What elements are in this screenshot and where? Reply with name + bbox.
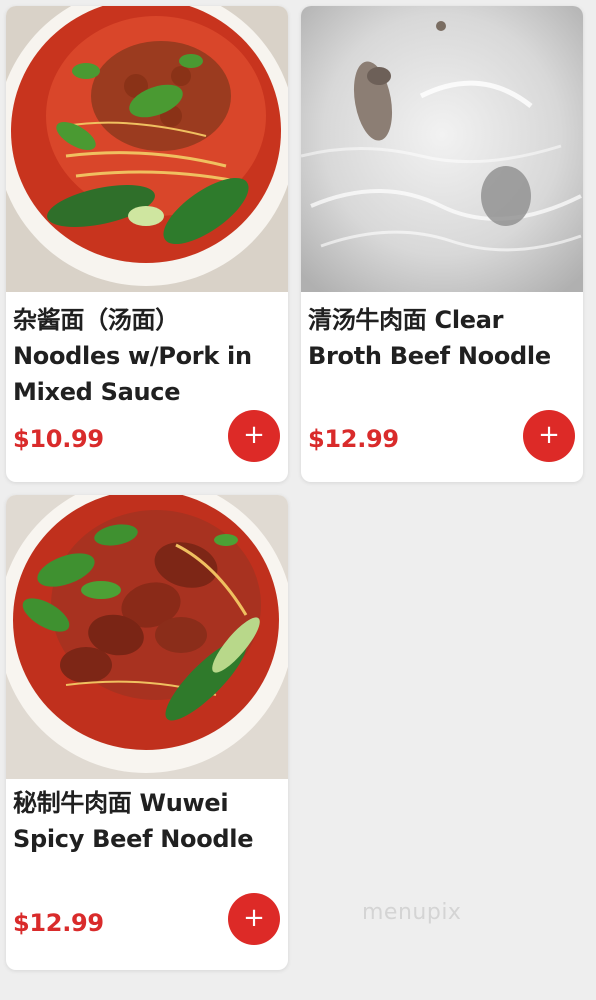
dish-price: $12.99 (308, 425, 399, 453)
dish-photo (301, 6, 583, 292)
dish-price: $10.99 (13, 425, 104, 453)
dish-name: 秘制牛肉面 Wuwei Spicy Beef Noodle (13, 789, 254, 853)
dish-price: $12.99 (13, 909, 104, 937)
menu-grid: 杂酱面（汤面） Noodles w/Pork in Mixed Sauce $1… (0, 0, 596, 1000)
menu-item-card[interactable]: 清汤牛肉面 Clear Broth Beef Noodle $12.99 + (301, 6, 583, 482)
add-to-cart-button[interactable]: + (523, 410, 575, 462)
add-to-cart-button[interactable]: + (228, 410, 280, 462)
dish-photo (6, 6, 288, 292)
dish-name: 清汤牛肉面 Clear Broth Beef Noodle (308, 306, 551, 370)
dish-photo (6, 495, 288, 779)
menu-item-card[interactable]: 秘制牛肉面 Wuwei Spicy Beef Noodle $12.99 + (6, 495, 288, 970)
watermark-logo: menupix (362, 900, 462, 925)
dish-name: 杂酱面（汤面） Noodles w/Pork in Mixed Sauce (13, 306, 252, 406)
add-to-cart-button[interactable]: + (228, 893, 280, 945)
menu-item-card[interactable]: 杂酱面（汤面） Noodles w/Pork in Mixed Sauce $1… (6, 6, 288, 482)
